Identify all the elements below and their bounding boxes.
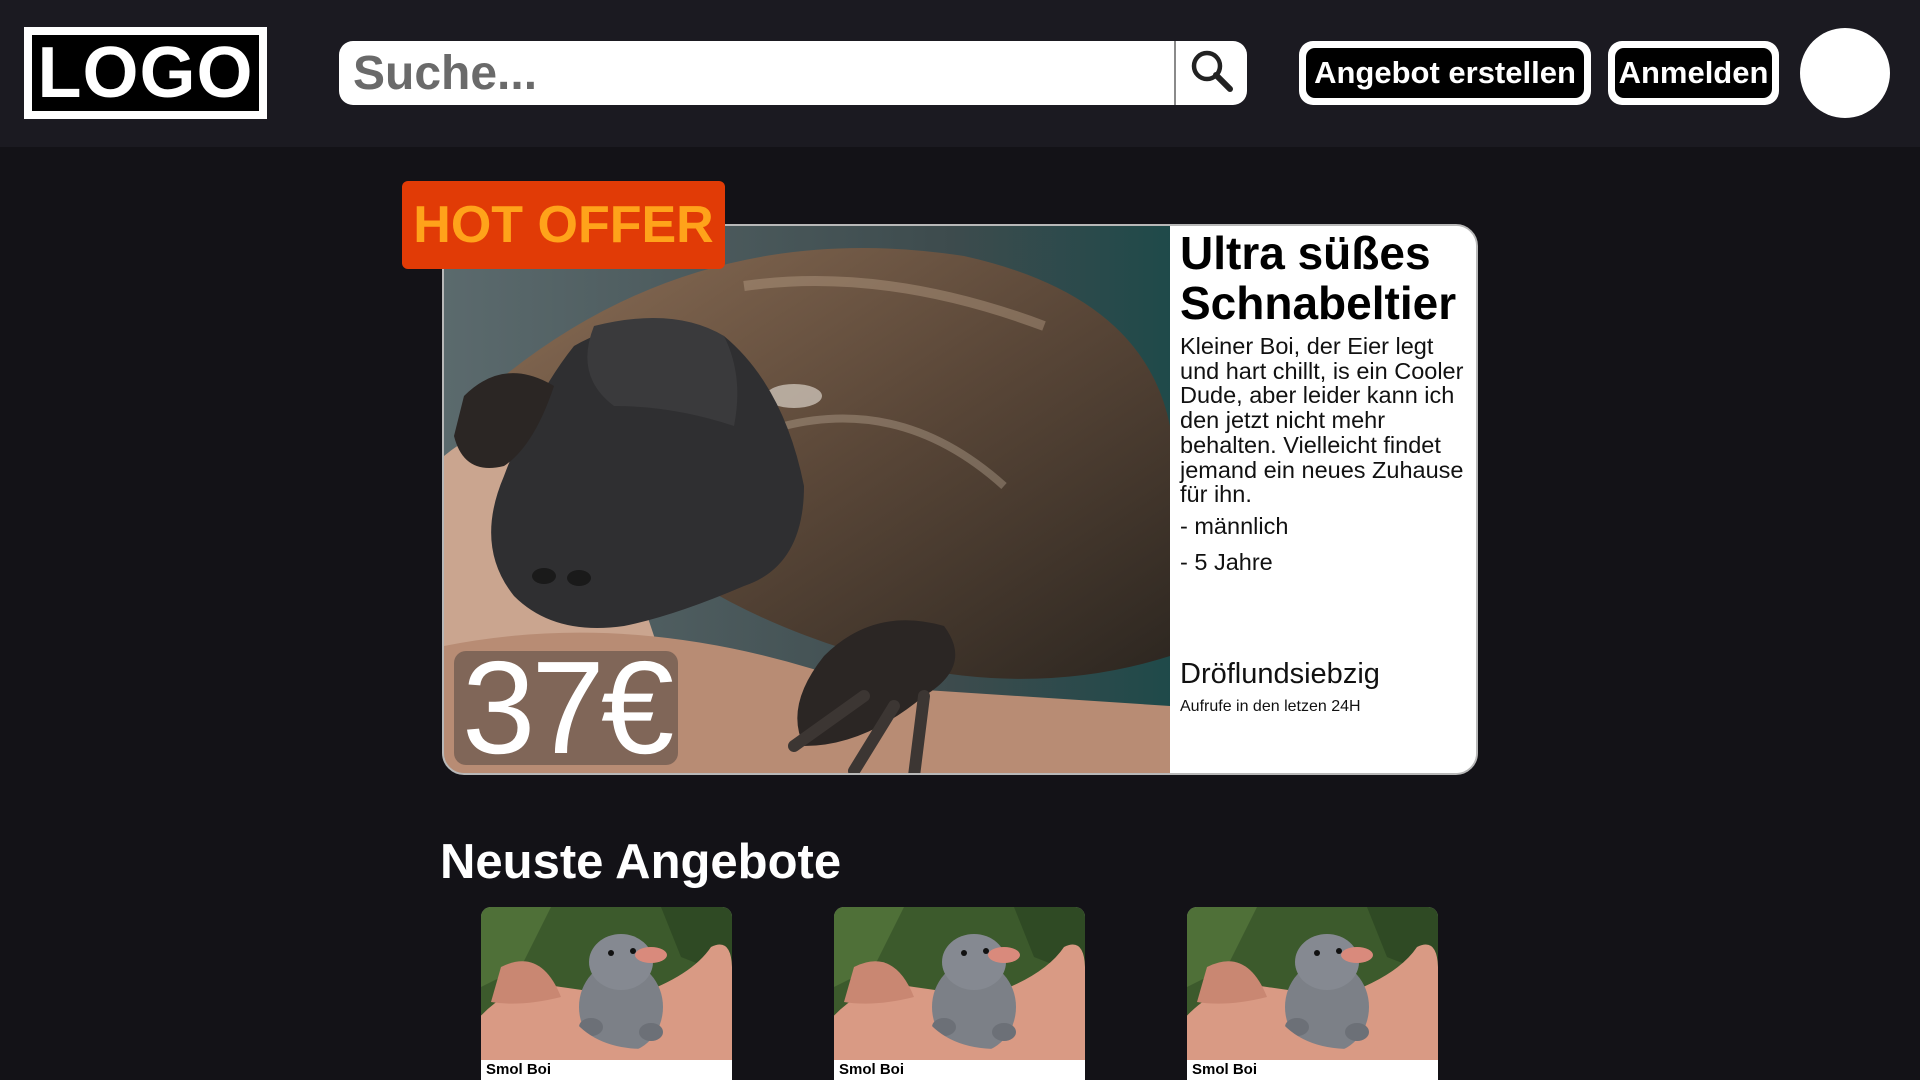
logo-text: LOGO	[32, 35, 259, 111]
featured-offer-gender: - männlich	[1180, 512, 1289, 539]
offer-card-image	[481, 907, 732, 1060]
offer-card-name: Smol Boi	[839, 1061, 905, 1078]
top-navigation-bar: LOGO Angebot erstellen Anmelden	[0, 0, 1920, 147]
search-button[interactable]	[1174, 41, 1247, 105]
featured-offer-details: Ultra süßes Schnabeltier Kleiner Boi, de…	[1170, 226, 1476, 773]
price-tag: 37€	[454, 642, 679, 773]
featured-offer-card[interactable]: 37€ Ultra süßes Schnabeltier Kleiner Boi…	[442, 224, 1478, 775]
login-label: Anmelden	[1615, 48, 1772, 98]
hot-offer-badge: HOT OFFER	[402, 181, 725, 269]
search-icon	[1189, 48, 1235, 99]
search-input[interactable]	[339, 41, 1174, 105]
featured-offer-title: Ultra süßes Schnabeltier	[1180, 227, 1457, 329]
logo[interactable]: LOGO	[24, 27, 267, 119]
login-button[interactable]: Anmelden	[1608, 41, 1779, 105]
offer-card[interactable]: Smol Boi	[834, 907, 1085, 1080]
create-offer-button[interactable]: Angebot erstellen	[1299, 41, 1591, 105]
offer-card[interactable]: Smol Boi	[1187, 907, 1438, 1080]
search-bar	[339, 41, 1247, 105]
avatar[interactable]	[1800, 28, 1890, 118]
create-offer-label: Angebot erstellen	[1306, 48, 1584, 98]
featured-offer-age: - 5 Jahre	[1180, 548, 1273, 575]
offer-card-image	[834, 907, 1085, 1060]
offer-card[interactable]: Smol Boi	[481, 907, 732, 1080]
featured-offer-image: 37€	[444, 226, 1170, 773]
featured-offer-description: Kleiner Boi, der Eier legt und hart chil…	[1180, 333, 1464, 508]
featured-offer-view-count: Dröflundsiebzig	[1180, 658, 1380, 690]
offer-card-name: Smol Boi	[1192, 1061, 1258, 1078]
latest-offers-title: Neuste Angebote	[440, 835, 842, 889]
offer-card-name: Smol Boi	[486, 1061, 552, 1078]
offer-card-image	[1187, 907, 1438, 1060]
featured-offer-view-label: Aufrufe in den letzen 24H	[1180, 698, 1361, 715]
